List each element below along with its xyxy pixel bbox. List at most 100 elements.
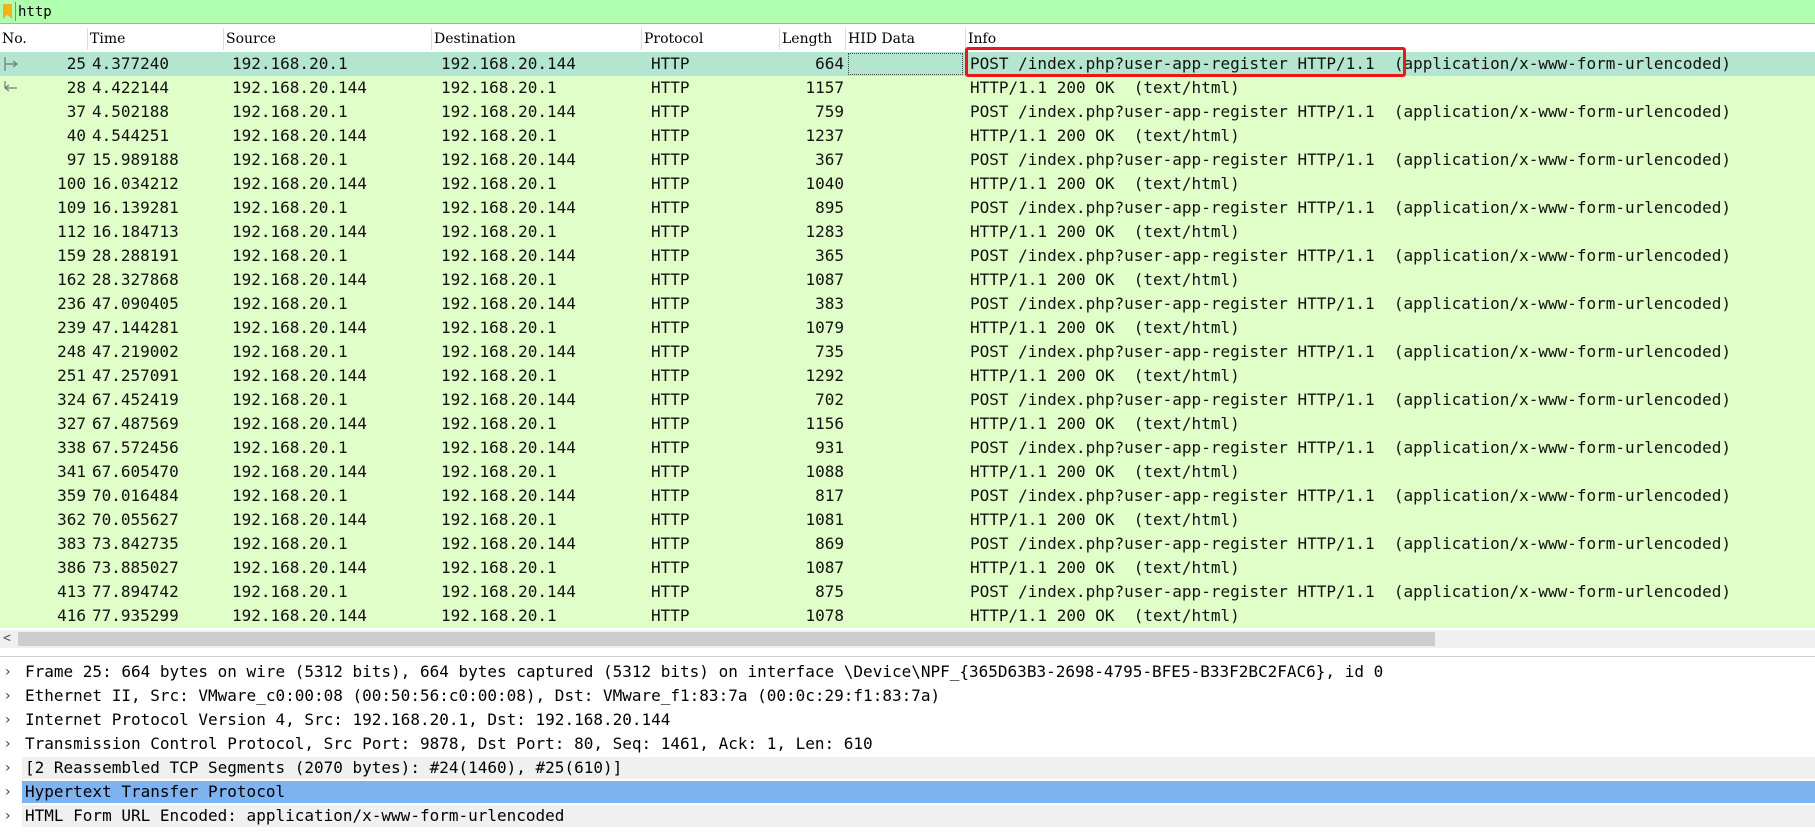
expand-chevron-icon[interactable]: ›: [5, 805, 17, 827]
column-header-source[interactable]: Source: [224, 28, 432, 50]
detail-tree-item[interactable]: › [2 Reassembled TCP Segments (2070 bytes…: [0, 757, 1815, 779]
packet-source: 192.168.20.1: [232, 486, 348, 505]
packet-row[interactable]: 112 16.184713 192.168.20.144 192.168.20.1 HT…: [0, 220, 1815, 244]
packet-row[interactable]: 327 67.487569 192.168.20.144 192.168.20.1 HT…: [0, 412, 1815, 436]
detail-tree-item[interactable]: › Internet Protocol Version 4, Src: 192.1…: [0, 709, 1815, 731]
packet-time: 16.184713: [92, 222, 179, 241]
column-header-hid-data[interactable]: HID Data: [846, 28, 966, 50]
packet-no: 362: [57, 510, 86, 529]
packet-row[interactable]: 239 47.144281 192.168.20.144 192.168.20.1 HT…: [0, 316, 1815, 340]
scrollbar-thumb[interactable]: [18, 632, 1435, 646]
packet-row[interactable]: 341 67.605470 192.168.20.144 192.168.20.1 HT…: [0, 460, 1815, 484]
packet-row[interactable]: 28 4.422144 192.168.20.144 192.168.20.1 HTTP…: [0, 76, 1815, 100]
packet-row[interactable]: 362 70.055627 192.168.20.144 192.168.20.1 HT…: [0, 508, 1815, 532]
packet-time: 16.034212: [92, 174, 179, 193]
packet-length: 817: [815, 486, 844, 505]
packet-destination: 192.168.20.1: [441, 318, 557, 337]
packet-info: HTTP/1.1 200 OK (text/html): [970, 510, 1240, 529]
expand-chevron-icon[interactable]: ›: [5, 661, 17, 683]
packet-row[interactable]: 40 4.544251 192.168.20.144 192.168.20.1 HTTP…: [0, 124, 1815, 148]
expand-chevron-icon[interactable]: ›: [5, 757, 17, 779]
packet-source: 192.168.20.1: [232, 246, 348, 265]
packet-row[interactable]: 162 28.327868 192.168.20.144 192.168.20.1 HT…: [0, 268, 1815, 292]
packet-no: 109: [57, 198, 86, 217]
expand-chevron-icon[interactable]: ›: [5, 685, 17, 707]
packet-row[interactable]: 386 73.885027 192.168.20.144 192.168.20.1 HT…: [0, 556, 1815, 580]
packet-time: 4.502188: [92, 102, 170, 121]
packet-destination: 192.168.20.144: [441, 294, 576, 313]
column-header-info[interactable]: Info: [966, 28, 1815, 50]
packet-length: 1283: [805, 222, 844, 241]
bookmark-icon[interactable]: [3, 4, 12, 19]
packet-row[interactable]: 324 67.452419 192.168.20.1 192.168.20.144 HT…: [0, 388, 1815, 412]
display-filter-input[interactable]: [18, 1, 1808, 22]
column-header-time[interactable]: Time: [88, 28, 224, 50]
packet-protocol: HTTP: [651, 198, 690, 217]
packet-row[interactable]: 37 4.502188 192.168.20.1 192.168.20.144 HTTP…: [0, 100, 1815, 124]
detail-tree-item[interactable]: › Frame 25: 664 bytes on wire (5312 bits)…: [0, 661, 1815, 683]
detail-tree-item[interactable]: › HTML Form URL Encoded: application/x-ww…: [0, 805, 1815, 827]
packet-row[interactable]: 251 47.257091 192.168.20.144 192.168.20.1 HT…: [0, 364, 1815, 388]
detail-text: Ethernet II, Src: VMware_c0:00:08 (00:50…: [25, 686, 941, 705]
packet-row[interactable]: 359 70.016484 192.168.20.1 192.168.20.144 HT…: [0, 484, 1815, 508]
expand-chevron-icon[interactable]: ›: [5, 709, 17, 731]
packet-destination: 192.168.20.144: [441, 54, 576, 73]
expand-chevron-icon[interactable]: ›: [5, 733, 17, 755]
packet-info: HTTP/1.1 200 OK (text/html): [970, 318, 1240, 337]
packet-protocol: HTTP: [651, 510, 690, 529]
packet-source: 192.168.20.1: [232, 294, 348, 313]
packet-row[interactable]: 413 77.894742 192.168.20.1 192.168.20.144 HT…: [0, 580, 1815, 604]
packet-destination: 192.168.20.1: [441, 222, 557, 241]
packet-length: 365: [815, 246, 844, 265]
packet-destination: 192.168.20.1: [441, 174, 557, 193]
packet-source: 192.168.20.144: [232, 222, 367, 241]
packet-protocol: HTTP: [651, 438, 690, 457]
packet-row[interactable]: 338 67.572456 192.168.20.1 192.168.20.144 HT…: [0, 436, 1815, 460]
packet-row[interactable]: 416 77.935299 192.168.20.144 192.168.20.1 HT…: [0, 604, 1815, 628]
detail-text-wrapper: Internet Protocol Version 4, Src: 192.16…: [22, 709, 1815, 731]
detail-tree-item[interactable]: › Ethernet II, Src: VMware_c0:00:08 (00:5…: [0, 685, 1815, 707]
packet-source: 192.168.20.144: [232, 558, 367, 577]
scroll-left-arrow-icon[interactable]: <: [3, 631, 15, 647]
packet-row[interactable]: 25 4.377240 192.168.20.1 192.168.20.144 HTTP…: [0, 52, 1815, 76]
packet-protocol: HTTP: [651, 174, 690, 193]
packet-destination: 192.168.20.1: [441, 366, 557, 385]
packet-list-header: No. Time Source Destination Protocol Len…: [0, 28, 1815, 50]
packet-row[interactable]: 383 73.842735 192.168.20.1 192.168.20.144 HT…: [0, 532, 1815, 556]
packet-time: 67.452419: [92, 390, 179, 409]
packet-row[interactable]: 97 15.989188 192.168.20.1 192.168.20.144 HTT…: [0, 148, 1815, 172]
packet-info: HTTP/1.1 200 OK (text/html): [970, 270, 1240, 289]
packet-no: 341: [57, 462, 86, 481]
packet-protocol: HTTP: [651, 270, 690, 289]
packet-no: 37: [66, 102, 86, 121]
packet-no: 248: [57, 342, 86, 361]
detail-tree-item[interactable]: › Transmission Control Protocol, Src Port…: [0, 733, 1815, 755]
packet-list-horizontal-scrollbar[interactable]: <: [0, 630, 1815, 648]
packet-row[interactable]: 100 16.034212 192.168.20.144 192.168.20.1 HT…: [0, 172, 1815, 196]
packet-no: 236: [57, 294, 86, 313]
packet-destination: 192.168.20.144: [441, 486, 576, 505]
packet-destination: 192.168.20.144: [441, 246, 576, 265]
packet-source: 192.168.20.1: [232, 54, 348, 73]
packet-no: 416: [57, 606, 86, 625]
packet-row[interactable]: 236 47.090405 192.168.20.1 192.168.20.144 HT…: [0, 292, 1815, 316]
column-header-length[interactable]: Length: [780, 28, 846, 50]
packet-row[interactable]: 159 28.288191 192.168.20.1 192.168.20.144 HT…: [0, 244, 1815, 268]
hid-data-focus-cell[interactable]: [848, 53, 963, 75]
packet-row[interactable]: 109 16.139281 192.168.20.1 192.168.20.144 HT…: [0, 196, 1815, 220]
packet-no: 338: [57, 438, 86, 457]
detail-tree-item[interactable]: › Hypertext Transfer Protocol: [0, 781, 1815, 803]
column-header-no[interactable]: No.: [0, 28, 88, 50]
packet-row[interactable]: 248 47.219002 192.168.20.1 192.168.20.144 HT…: [0, 340, 1815, 364]
packet-time: 77.894742: [92, 582, 179, 601]
packet-length: 1237: [805, 126, 844, 145]
packet-destination: 192.168.20.1: [441, 78, 557, 97]
packet-length: 664: [815, 54, 844, 73]
packet-source: 192.168.20.144: [232, 270, 367, 289]
column-header-protocol[interactable]: Protocol: [642, 28, 780, 50]
packet-time: 28.288191: [92, 246, 179, 265]
column-header-destination[interactable]: Destination: [432, 28, 642, 50]
packet-source: 192.168.20.1: [232, 390, 348, 409]
packet-length: 875: [815, 582, 844, 601]
expand-chevron-icon[interactable]: ›: [5, 781, 17, 803]
